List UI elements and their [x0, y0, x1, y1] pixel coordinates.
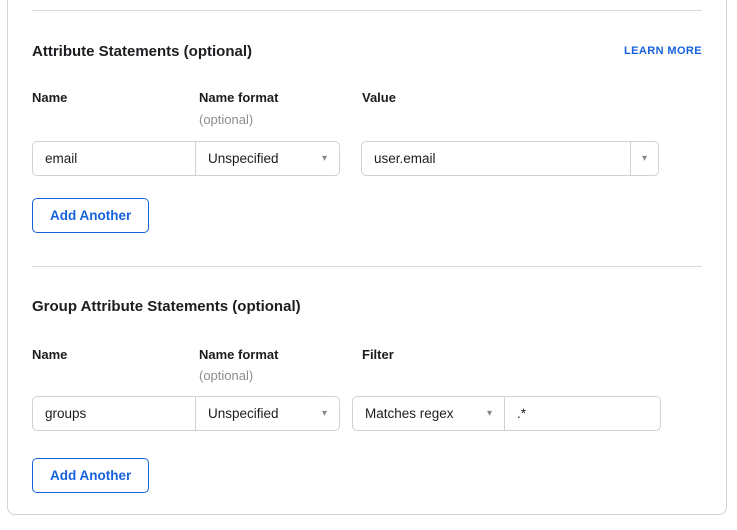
group-attribute-statements-header: Group Attribute Statements (optional)	[32, 298, 702, 316]
name-column-label: Name	[32, 347, 199, 362]
group-attribute-statement-row: Unspecified ▾ Matches regex ▾	[32, 396, 702, 431]
group-filter-type-select[interactable]: Matches regex ▾	[352, 396, 505, 431]
group-filter-group: Matches regex ▾	[352, 396, 661, 431]
name-column-label: Name	[32, 90, 199, 105]
attribute-value-dropdown-button[interactable]: ▾	[630, 141, 659, 176]
filter-column-label: Filter	[362, 347, 702, 362]
group-name-group: Unspecified ▾	[32, 396, 340, 431]
attribute-name-format-select[interactable]: Unspecified ▾	[195, 141, 340, 176]
attribute-statements-header: Attribute Statements (optional) LEARN MO…	[32, 43, 702, 61]
chevron-down-icon: ▾	[314, 409, 327, 419]
section-title: Attribute Statements (optional)	[32, 43, 252, 61]
group-name-input[interactable]	[32, 396, 196, 431]
attribute-column-labels: Name Name format Value	[32, 90, 702, 105]
add-another-attribute-button[interactable]: Add Another	[32, 198, 149, 233]
attribute-name-format-value: Unspecified	[208, 151, 279, 166]
attribute-value-group: ▾	[361, 141, 659, 176]
value-column-label: Value	[362, 90, 702, 105]
group-name-format-select[interactable]: Unspecified ▾	[195, 396, 340, 431]
section-title: Group Attribute Statements (optional)	[32, 298, 301, 316]
group-filter-value-input[interactable]	[504, 396, 661, 431]
saml-settings-card: Attribute Statements (optional) LEARN MO…	[7, 0, 727, 515]
attribute-column-hints: (optional)	[32, 112, 702, 128]
chevron-down-icon: ▾	[479, 409, 492, 419]
name-format-optional-hint: (optional)	[199, 112, 362, 128]
section-divider	[32, 266, 702, 267]
chevron-down-icon: ▾	[314, 154, 327, 164]
name-format-column-label: Name format	[199, 347, 362, 362]
top-divider	[32, 10, 702, 11]
column-gap	[340, 396, 352, 431]
group-attribute-column-labels: Name Name format Filter	[32, 347, 702, 362]
group-filter-type-value: Matches regex	[365, 406, 454, 421]
add-another-group-attribute-button[interactable]: Add Another	[32, 458, 149, 493]
group-name-format-value: Unspecified	[208, 406, 279, 421]
group-attribute-column-hints: (optional)	[32, 368, 702, 384]
chevron-down-icon: ▾	[642, 154, 647, 164]
attribute-statement-row: Unspecified ▾ ▾	[32, 141, 702, 176]
page-viewport: Attribute Statements (optional) LEARN MO…	[0, 0, 737, 530]
attribute-name-group: Unspecified ▾	[32, 141, 340, 176]
column-gap	[340, 141, 361, 176]
name-format-column-label: Name format	[199, 90, 362, 105]
attribute-value-input[interactable]	[361, 141, 631, 176]
name-format-optional-hint: (optional)	[199, 368, 362, 384]
attribute-name-input[interactable]	[32, 141, 196, 176]
learn-more-link[interactable]: LEARN MORE	[624, 44, 702, 58]
